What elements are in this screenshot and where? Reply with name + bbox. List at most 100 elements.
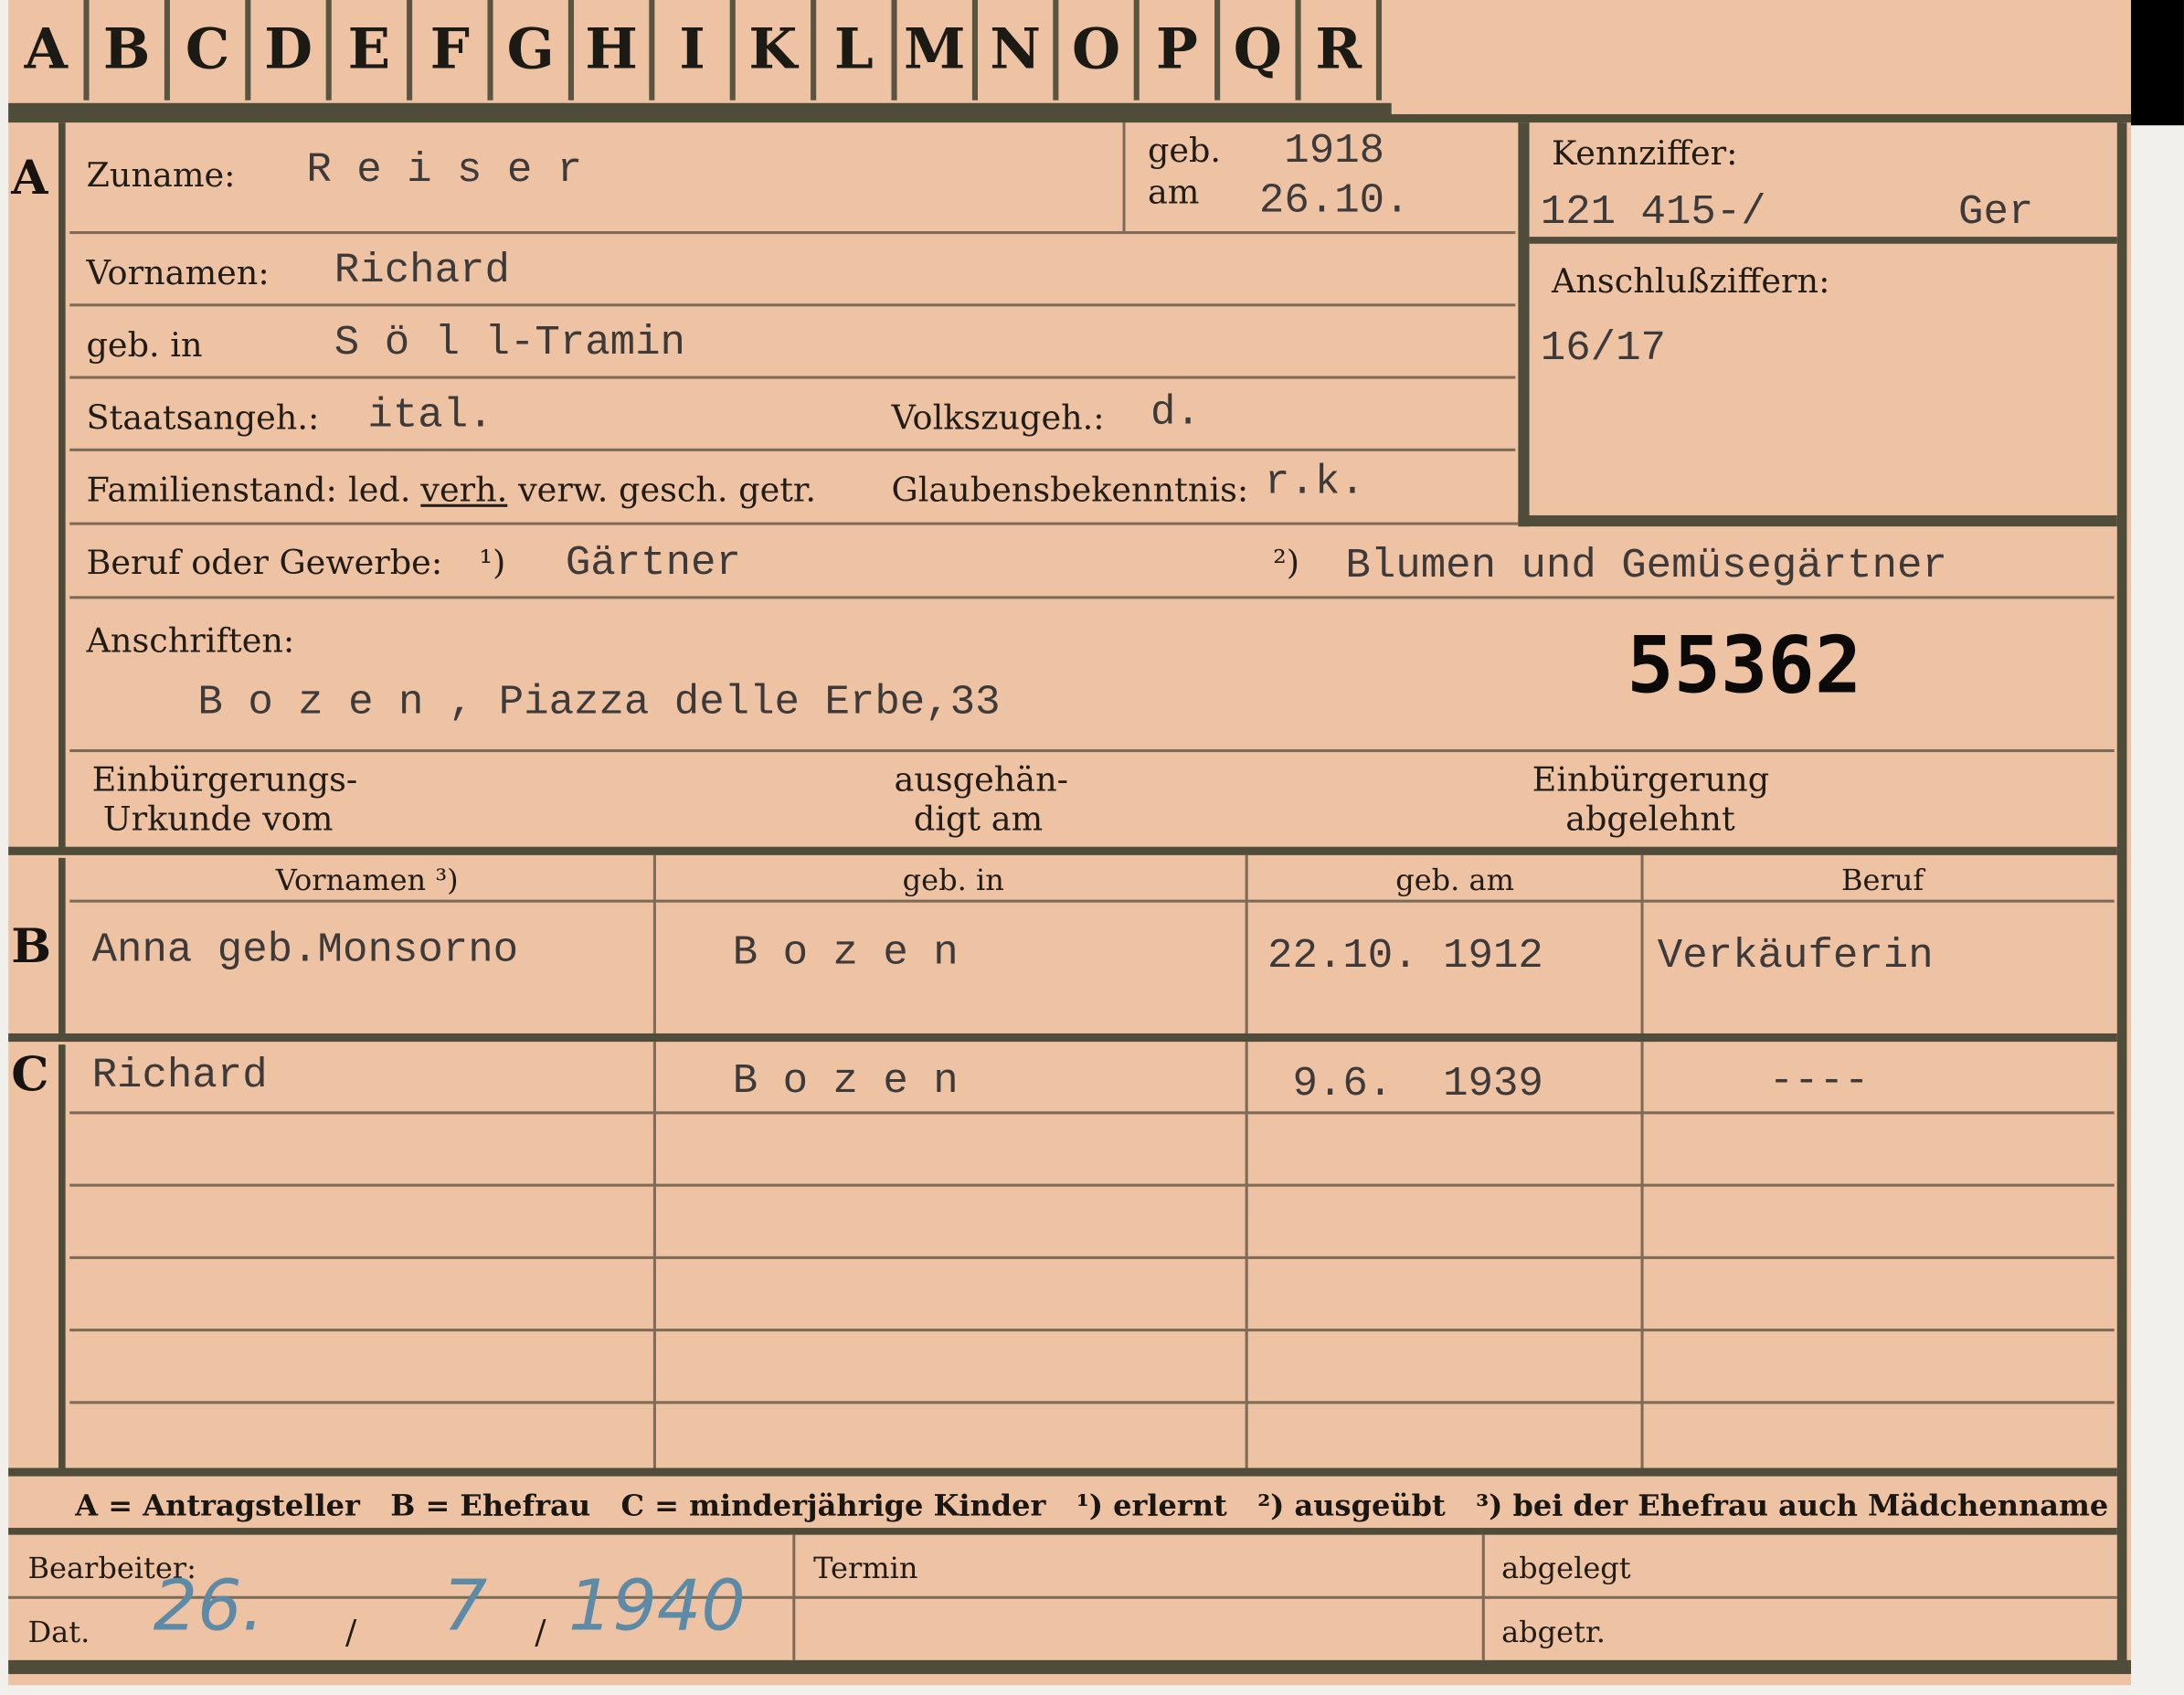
section-c-letter: C (11, 1047, 49, 1104)
citizenship-value: ital. (367, 392, 493, 440)
marital-status-label: Familienstand: (86, 471, 337, 510)
frame-left-rule-c (58, 1044, 66, 1470)
tab-f[interactable]: F (412, 0, 493, 101)
rule-row-4 (69, 448, 1516, 451)
id-box-left-rule (1518, 122, 1530, 527)
rule-row-7 (69, 749, 2115, 753)
kennziffer-value: 121 415-/ (1540, 189, 1766, 238)
ethnicity-value: d. (1150, 389, 1201, 438)
tab-m[interactable]: M (897, 0, 978, 101)
wife-birthdate: 22.10. 1912 (1267, 933, 1543, 981)
children-row-rule-3 (69, 1255, 2115, 1259)
tab-b[interactable]: B (90, 0, 170, 101)
child-1-occupation: ---- (1768, 1058, 1870, 1107)
occupation-note-2: ²) (1273, 543, 1300, 583)
tab-h[interactable]: H (574, 0, 655, 101)
tab-e[interactable]: E (332, 0, 413, 101)
anschluss-value: 16/17 (1540, 325, 1666, 374)
legend-text: A = Antragsteller B = Ehefrau C = minder… (75, 1487, 2109, 1522)
tab-l[interactable]: L (816, 0, 897, 101)
date-year: 1940 (567, 1565, 746, 1647)
header-birthdate: geb. am (1395, 863, 1514, 897)
section-c-end-rule (8, 1467, 2117, 1477)
wife-occupation: Verkäuferin (1657, 933, 1934, 981)
birthplace-label: geb. in (86, 325, 203, 365)
children-row-rule-4 (69, 1329, 2115, 1332)
tab-q[interactable]: Q (1220, 0, 1301, 101)
rule-row-3 (69, 376, 1516, 379)
tab-k[interactable]: K (736, 0, 817, 101)
ethnicity-label: Volkszugeh.: (891, 397, 1105, 438)
tab-g[interactable]: G (493, 0, 574, 101)
children-row-rule-1 (69, 1111, 2115, 1115)
occupation-label: Beruf oder Gewerbe: (86, 543, 443, 583)
birth-divider (1122, 122, 1126, 232)
born-label-1: geb. (1147, 131, 1222, 170)
birth-year: 1918 (1284, 128, 1385, 176)
section-b-letter: B (11, 918, 52, 975)
wife-name: Anna geb.Monsorno (91, 927, 519, 975)
file-number: 55362 (1627, 620, 1862, 712)
section-a-end-rule (8, 846, 2117, 855)
footer-divider-1 (792, 1534, 796, 1660)
rule-row-2 (69, 303, 1516, 307)
date-separator-1: / (345, 1613, 357, 1652)
marital-option-married: verh. (420, 471, 508, 510)
tab-i[interactable]: I (654, 0, 736, 101)
child-1-birthplace: B o z e n (732, 1058, 959, 1107)
rule-row-5 (69, 522, 1519, 525)
footer-divider-2 (1481, 1534, 1485, 1660)
children-row-rule-2 (69, 1183, 2115, 1187)
header-occupation: Beruf (1840, 863, 1924, 897)
legend-bottom-rule (8, 1528, 2117, 1535)
rule-row-6 (69, 596, 2115, 599)
section-b-end-rule (8, 1033, 2117, 1043)
kennziffer-suffix: Ger (1958, 189, 2034, 238)
id-box-mid-rule (1529, 237, 2117, 244)
marital-option-single: led. (348, 471, 411, 510)
frame-top-rule (8, 113, 2132, 123)
wife-birthplace: B o z e n (732, 930, 959, 978)
family-header-rule (69, 899, 2115, 903)
tab-c[interactable]: C (170, 0, 251, 101)
birthplace-value: S ö l l-Tramin (334, 320, 685, 368)
children-col-divider-3 (1640, 1042, 1644, 1468)
occupation-note-1: ¹) (479, 543, 506, 583)
id-box-bottom-rule (1518, 514, 2117, 527)
tab-d[interactable]: D (250, 0, 332, 101)
family-col-divider-2 (1245, 854, 1248, 1033)
naturalization-rejected-label-2: abgelehnt (1565, 799, 1735, 839)
tab-o[interactable]: O (1058, 0, 1140, 101)
footer-mid-rule (8, 1595, 2117, 1599)
tab-p[interactable]: P (1140, 0, 1221, 101)
tab-r[interactable]: R (1301, 0, 1383, 101)
handed-out-label-2: digt am (913, 799, 1044, 839)
family-col-divider-1 (652, 854, 656, 1033)
children-row-rule-5 (69, 1401, 2115, 1404)
filed-label: abgelegt (1501, 1551, 1631, 1585)
children-col-divider-2 (1245, 1042, 1248, 1468)
address-value: B o z e n , Piazza delle Erbe,33 (197, 679, 1001, 727)
naturalization-certificate-label-2: Urkunde vom (102, 799, 334, 839)
citizenship-label: Staatsangeh.: (86, 397, 320, 438)
date-month: 7 (442, 1565, 488, 1647)
firstnames-label: Vornamen: (86, 253, 270, 293)
family-col-divider-3 (1640, 854, 1644, 1033)
tab-a[interactable]: A (8, 0, 90, 101)
surname-value: R e i s e r (306, 147, 583, 196)
tab-n[interactable]: N (978, 0, 1059, 101)
header-firstnames: Vornamen ³) (275, 863, 459, 897)
frame-left-rule-b (58, 857, 66, 1040)
frame-left-rule-a (58, 122, 66, 850)
alphabet-tabs: A B C D E F G H I K L M N O P Q R (8, 0, 1392, 114)
religion-value: r.k. (1264, 459, 1365, 507)
children-col-divider-1 (652, 1042, 656, 1468)
occupation-learned: Gärtner (565, 540, 741, 588)
surname-label: Zuname: (86, 155, 236, 196)
record-card (8, 0, 2132, 1686)
frame-right-rule (2116, 122, 2127, 1669)
born-label-2: am (1147, 173, 1200, 212)
naturalization-certificate-label-1: Einbürgerungs- (91, 760, 358, 800)
card-bottom-rule (8, 1659, 2132, 1675)
address-label: Anschriften: (86, 620, 295, 661)
